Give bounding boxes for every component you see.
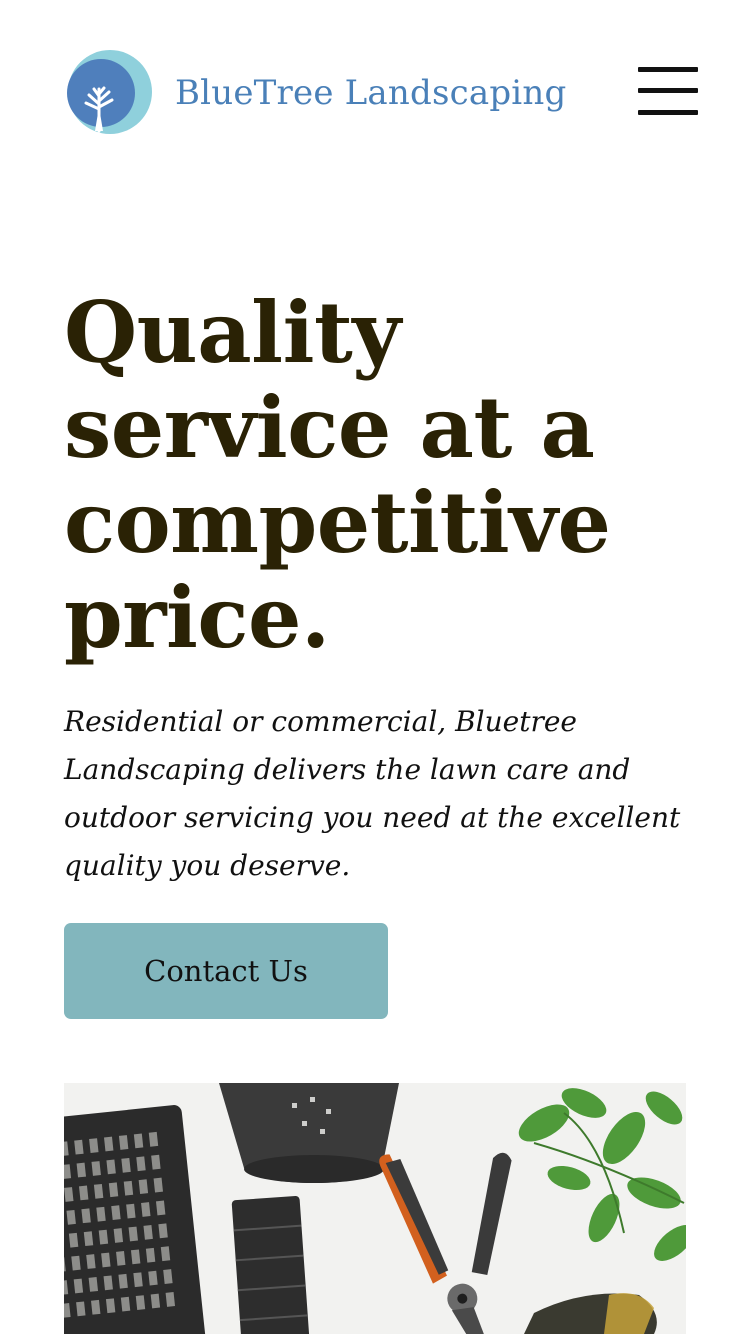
logo-link[interactable] bbox=[64, 49, 154, 139]
menu-button[interactable] bbox=[632, 58, 704, 124]
bluetree-logo-icon bbox=[67, 50, 152, 134]
hero-title: Quality service at a competitive price. bbox=[64, 283, 611, 667]
brand-name[interactable]: BlueTree Landscaping bbox=[175, 70, 566, 116]
hero-description: Residential or commercial, Bluetree Land… bbox=[64, 705, 681, 882]
contact-us-button[interactable]: Contact Us bbox=[64, 923, 388, 1019]
gardening-tools-photo bbox=[64, 1083, 686, 1334]
site-header: BlueTree Landscaping bbox=[0, 0, 750, 190]
